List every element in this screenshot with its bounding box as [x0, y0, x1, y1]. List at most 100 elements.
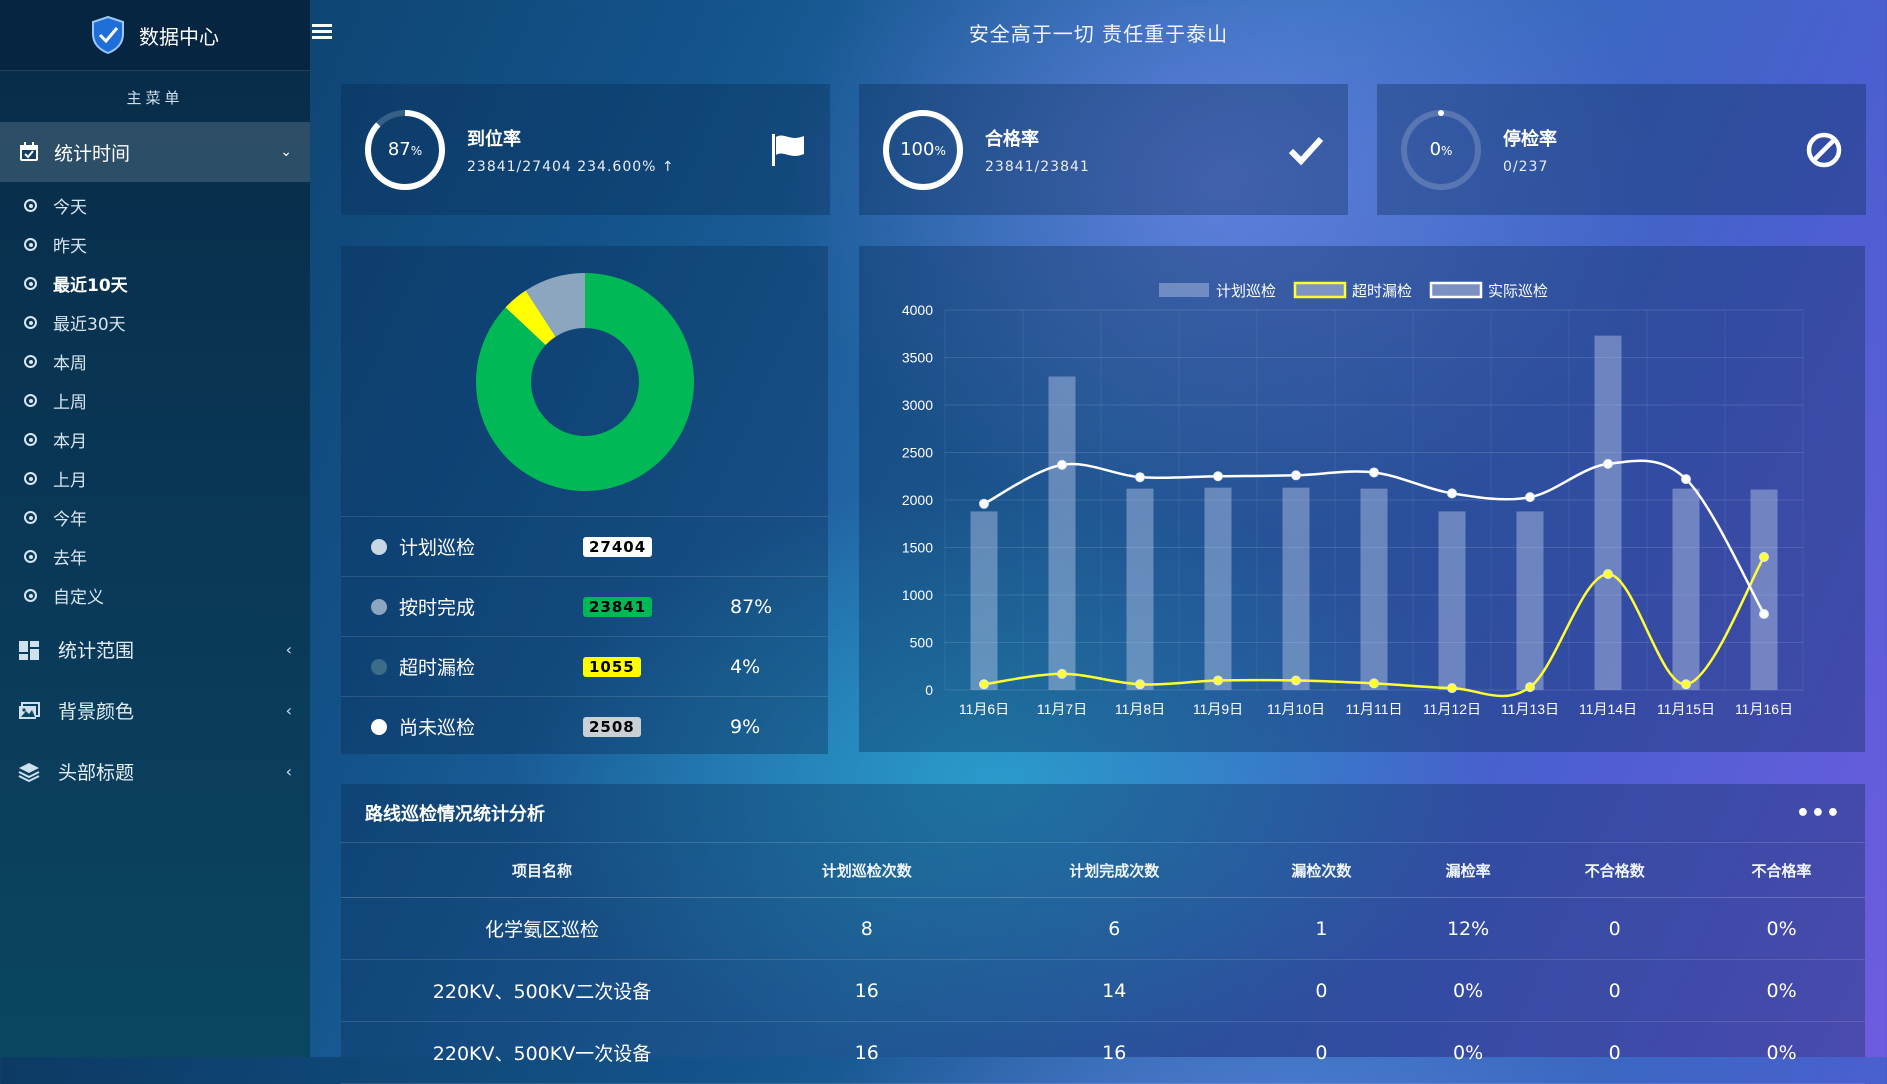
- legend-swatch: [1293, 281, 1347, 299]
- menu-stat-time-label: 统计时间: [54, 142, 131, 165]
- line-point[interactable]: [1447, 488, 1457, 499]
- legend-name: 尚未巡检: [399, 717, 476, 739]
- line-point[interactable]: [1213, 675, 1223, 686]
- legend-swatch: [1159, 283, 1209, 297]
- column-header[interactable]: 漏检次数: [1238, 843, 1405, 898]
- column-header[interactable]: 计划完成次数: [990, 843, 1239, 898]
- x-tick-label: 11月16日: [1735, 701, 1793, 717]
- menu-stat-time[interactable]: 统计时间 ⌄: [0, 122, 310, 182]
- donut-legend: 计划巡检 27404 按时完成 23841 87% 超时漏检 1055 4% 尚…: [341, 516, 828, 756]
- menu-header-title[interactable]: 头部标题 ‹: [0, 741, 310, 802]
- time-option-label: 今天: [53, 198, 87, 218]
- y-tick-label: 3000: [902, 397, 933, 413]
- line-point[interactable]: [1525, 682, 1535, 693]
- legend-swatch: [1429, 281, 1483, 299]
- bar[interactable]: [1048, 376, 1076, 691]
- time-option-last-year[interactable]: 去年: [0, 537, 310, 576]
- line-point[interactable]: [1213, 471, 1223, 482]
- time-option-last-month[interactable]: 上月: [0, 459, 310, 498]
- legend-dot: [371, 718, 387, 735]
- x-tick-label: 11月14日: [1579, 701, 1637, 717]
- line-point[interactable]: [1291, 675, 1301, 686]
- time-option-yesterday[interactable]: 昨天: [0, 225, 310, 264]
- time-option-last-10-days[interactable]: 最近10天: [0, 264, 310, 303]
- bar[interactable]: [1282, 487, 1310, 690]
- check-icon: [1288, 136, 1324, 165]
- time-option-this-week[interactable]: 本周: [0, 342, 310, 381]
- brand-title: 数据中心: [139, 24, 219, 49]
- line-point[interactable]: [979, 679, 989, 690]
- time-option-today[interactable]: 今天: [0, 186, 310, 225]
- line-point[interactable]: [1057, 668, 1067, 679]
- bar[interactable]: [1204, 487, 1232, 690]
- time-option-last-30-days[interactable]: 最近30天: [0, 303, 310, 342]
- line-point[interactable]: [1291, 470, 1301, 481]
- more-options-icon[interactable]: •••: [1796, 801, 1841, 826]
- legend-label: 计划巡检: [1216, 283, 1276, 300]
- bar[interactable]: [1360, 488, 1388, 690]
- line-point[interactable]: [1369, 467, 1379, 478]
- time-option-label: 最近30天: [53, 315, 126, 335]
- progress-ring: 100%: [881, 108, 965, 192]
- radio-icon: [24, 472, 37, 485]
- stat-value: 100%: [900, 138, 946, 160]
- y-tick-label: 2500: [902, 445, 933, 461]
- line-point[interactable]: [1759, 552, 1769, 562]
- table-cell: 220KV、500KV二次设备: [341, 959, 743, 1022]
- table-row[interactable]: 220KV、500KV一次设备 16 16 0 0% 0 0%: [341, 1021, 1865, 1084]
- line-point[interactable]: [1681, 474, 1691, 485]
- donut-card: 计划巡检 27404 按时完成 23841 87% 超时漏检 1055 4% 尚…: [341, 246, 828, 754]
- time-option-custom[interactable]: 自定义: [0, 576, 310, 615]
- bar[interactable]: [970, 511, 998, 690]
- line-point[interactable]: [1447, 683, 1457, 694]
- line-point[interactable]: [979, 498, 989, 509]
- table-cell: 8: [743, 897, 991, 960]
- bar[interactable]: [1126, 488, 1154, 690]
- column-header[interactable]: 计划巡检次数: [743, 843, 991, 898]
- bar[interactable]: [1672, 488, 1700, 690]
- line-point[interactable]: [1603, 569, 1613, 580]
- time-option-this-month[interactable]: 本月: [0, 420, 310, 459]
- bar[interactable]: [1438, 511, 1466, 690]
- progress-ring: 87%: [363, 108, 447, 192]
- line-point[interactable]: [1681, 679, 1691, 690]
- chart-legend-item[interactable]: 超时漏检: [1293, 281, 1412, 300]
- line-point[interactable]: [1759, 609, 1769, 619]
- table-cell: 6: [990, 897, 1239, 960]
- menu-stat-range-label: 统计范围: [58, 640, 135, 662]
- time-option-last-week[interactable]: 上周: [0, 381, 310, 420]
- column-header[interactable]: 漏检率: [1404, 843, 1532, 898]
- legend-percent: 87%: [730, 595, 773, 618]
- radio-icon: [24, 199, 37, 212]
- table-cell: 12%: [1404, 897, 1532, 960]
- radio-icon: [24, 511, 37, 524]
- chart-legend-item[interactable]: 实际巡检: [1429, 281, 1548, 300]
- table-row[interactable]: 化学氨区巡检 8 6 1 12% 0 0%: [341, 897, 1865, 960]
- brand[interactable]: 数据中心: [0, 0, 310, 71]
- line-point[interactable]: [1603, 458, 1613, 469]
- legend-row-overdue: 超时漏检 1055 4%: [341, 636, 828, 696]
- menu-stat-range[interactable]: 统计范围 ‹: [0, 619, 310, 680]
- chart-legend-item[interactable]: 计划巡检: [1159, 283, 1276, 300]
- time-option-this-year[interactable]: 今年: [0, 498, 310, 537]
- line-point[interactable]: [1369, 678, 1379, 689]
- bar[interactable]: [1594, 335, 1622, 690]
- menu-bg-color[interactable]: 背景颜色 ‹: [0, 680, 310, 741]
- line-point[interactable]: [1135, 472, 1145, 483]
- column-header[interactable]: 项目名称: [341, 843, 743, 898]
- line-point[interactable]: [1057, 459, 1067, 470]
- progress-ring: 0%: [1399, 108, 1483, 192]
- route-table-card: 路线巡检情况统计分析 ••• 项目名称 计划巡检次数 计划完成次数 漏检次数 漏…: [341, 784, 1865, 1084]
- bar[interactable]: [1516, 511, 1544, 690]
- time-option-label: 上月: [53, 471, 87, 491]
- bar[interactable]: [1750, 489, 1778, 690]
- column-header[interactable]: 不合格数: [1531, 843, 1699, 898]
- line-point[interactable]: [1525, 492, 1535, 503]
- stat-card-pass-rate: 100% 合格率 23841/23841: [859, 84, 1348, 215]
- table-row[interactable]: 220KV、500KV二次设备 16 14 0 0% 0 0%: [341, 959, 1865, 1022]
- column-header[interactable]: 不合格率: [1698, 843, 1865, 898]
- ban-icon: [1806, 132, 1842, 167]
- line-point[interactable]: [1135, 679, 1145, 690]
- radio-icon: [24, 394, 37, 407]
- time-option-label: 本月: [53, 432, 87, 452]
